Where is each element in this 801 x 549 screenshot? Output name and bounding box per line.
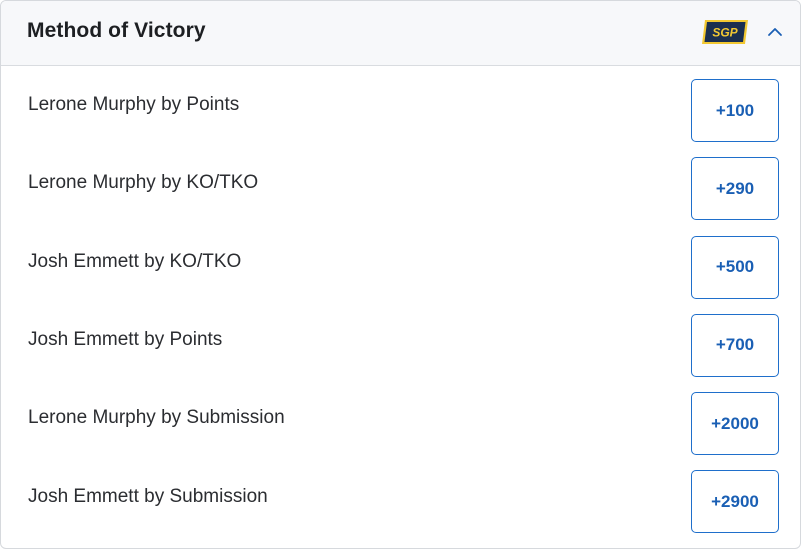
method-of-victory-card: Method of Victory SGP Lerone Murphy by P… — [0, 0, 801, 549]
odds-button[interactable]: +2900 — [691, 470, 779, 534]
sgp-badge-text: SGP — [712, 26, 738, 40]
odds-button[interactable]: +2000 — [691, 392, 779, 456]
selection-label: Lerone Murphy by Points — [28, 94, 240, 116]
odds-value: +2000 — [711, 413, 759, 433]
selection-row: Josh Emmett by Points +700 — [1, 301, 800, 379]
chevron-up-icon[interactable] — [764, 21, 786, 43]
sgp-badge: SGP — [701, 19, 749, 45]
market-title: Method of Victory — [27, 19, 206, 42]
selection-row: Lerone Murphy by Submission +2000 — [1, 379, 800, 457]
odds-button[interactable]: +290 — [691, 157, 779, 221]
odds-value: +2900 — [711, 491, 759, 511]
selection-label: Josh Emmett by Points — [28, 329, 223, 351]
selection-list: Lerone Murphy by Points +100 Lerone Murp… — [1, 66, 800, 536]
selection-row: Josh Emmett by Submission +2900 — [1, 457, 800, 535]
odds-value: +290 — [715, 178, 755, 198]
selection-row: Josh Emmett by KO/TKO +500 — [1, 223, 800, 301]
selection-label: Josh Emmett by Submission — [28, 485, 268, 507]
selection-label: Josh Emmett by KO/TKO — [28, 250, 242, 272]
odds-button[interactable]: +500 — [691, 235, 779, 299]
odds-value: +100 — [715, 100, 755, 120]
odds-button[interactable]: +100 — [691, 79, 779, 142]
odds-value: +500 — [715, 257, 755, 277]
odds-value: +700 — [715, 335, 755, 355]
selection-label: Lerone Murphy by Submission — [28, 407, 285, 429]
odds-button[interactable]: +700 — [691, 313, 779, 377]
selection-label: Lerone Murphy by KO/TKO — [28, 172, 259, 194]
selection-row: Lerone Murphy by Points +100 — [1, 66, 800, 144]
selection-row: Lerone Murphy by KO/TKO +290 — [1, 144, 800, 222]
sgp-badge-icon: SGP — [702, 20, 748, 44]
market-header[interactable]: Method of Victory SGP — [1, 1, 800, 66]
